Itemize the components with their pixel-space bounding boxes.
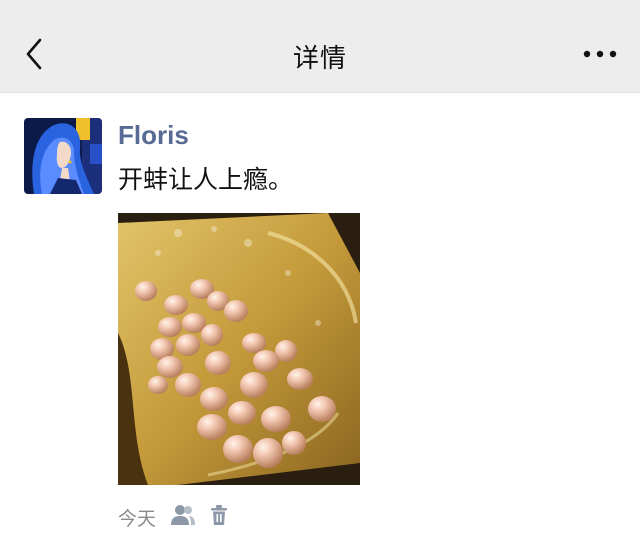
post-time: 今天 bbox=[118, 507, 157, 530]
more-dots-icon bbox=[583, 50, 617, 58]
post-footer: 今天 bbox=[118, 502, 230, 532]
page-title: 详情 bbox=[292, 44, 347, 74]
trash-icon[interactable] bbox=[208, 504, 230, 531]
navigation-bar: 详情 bbox=[0, 0, 640, 93]
post-photo[interactable] bbox=[118, 213, 360, 485]
post-text: 开蚌让人上瘾。 bbox=[118, 165, 294, 194]
more-button[interactable] bbox=[582, 44, 618, 64]
avatar[interactable] bbox=[24, 118, 102, 194]
avatar-image bbox=[24, 118, 102, 194]
visibility-people-icon[interactable] bbox=[170, 504, 196, 531]
pearls-photo bbox=[118, 213, 360, 485]
author-name[interactable]: Floris bbox=[118, 120, 189, 151]
